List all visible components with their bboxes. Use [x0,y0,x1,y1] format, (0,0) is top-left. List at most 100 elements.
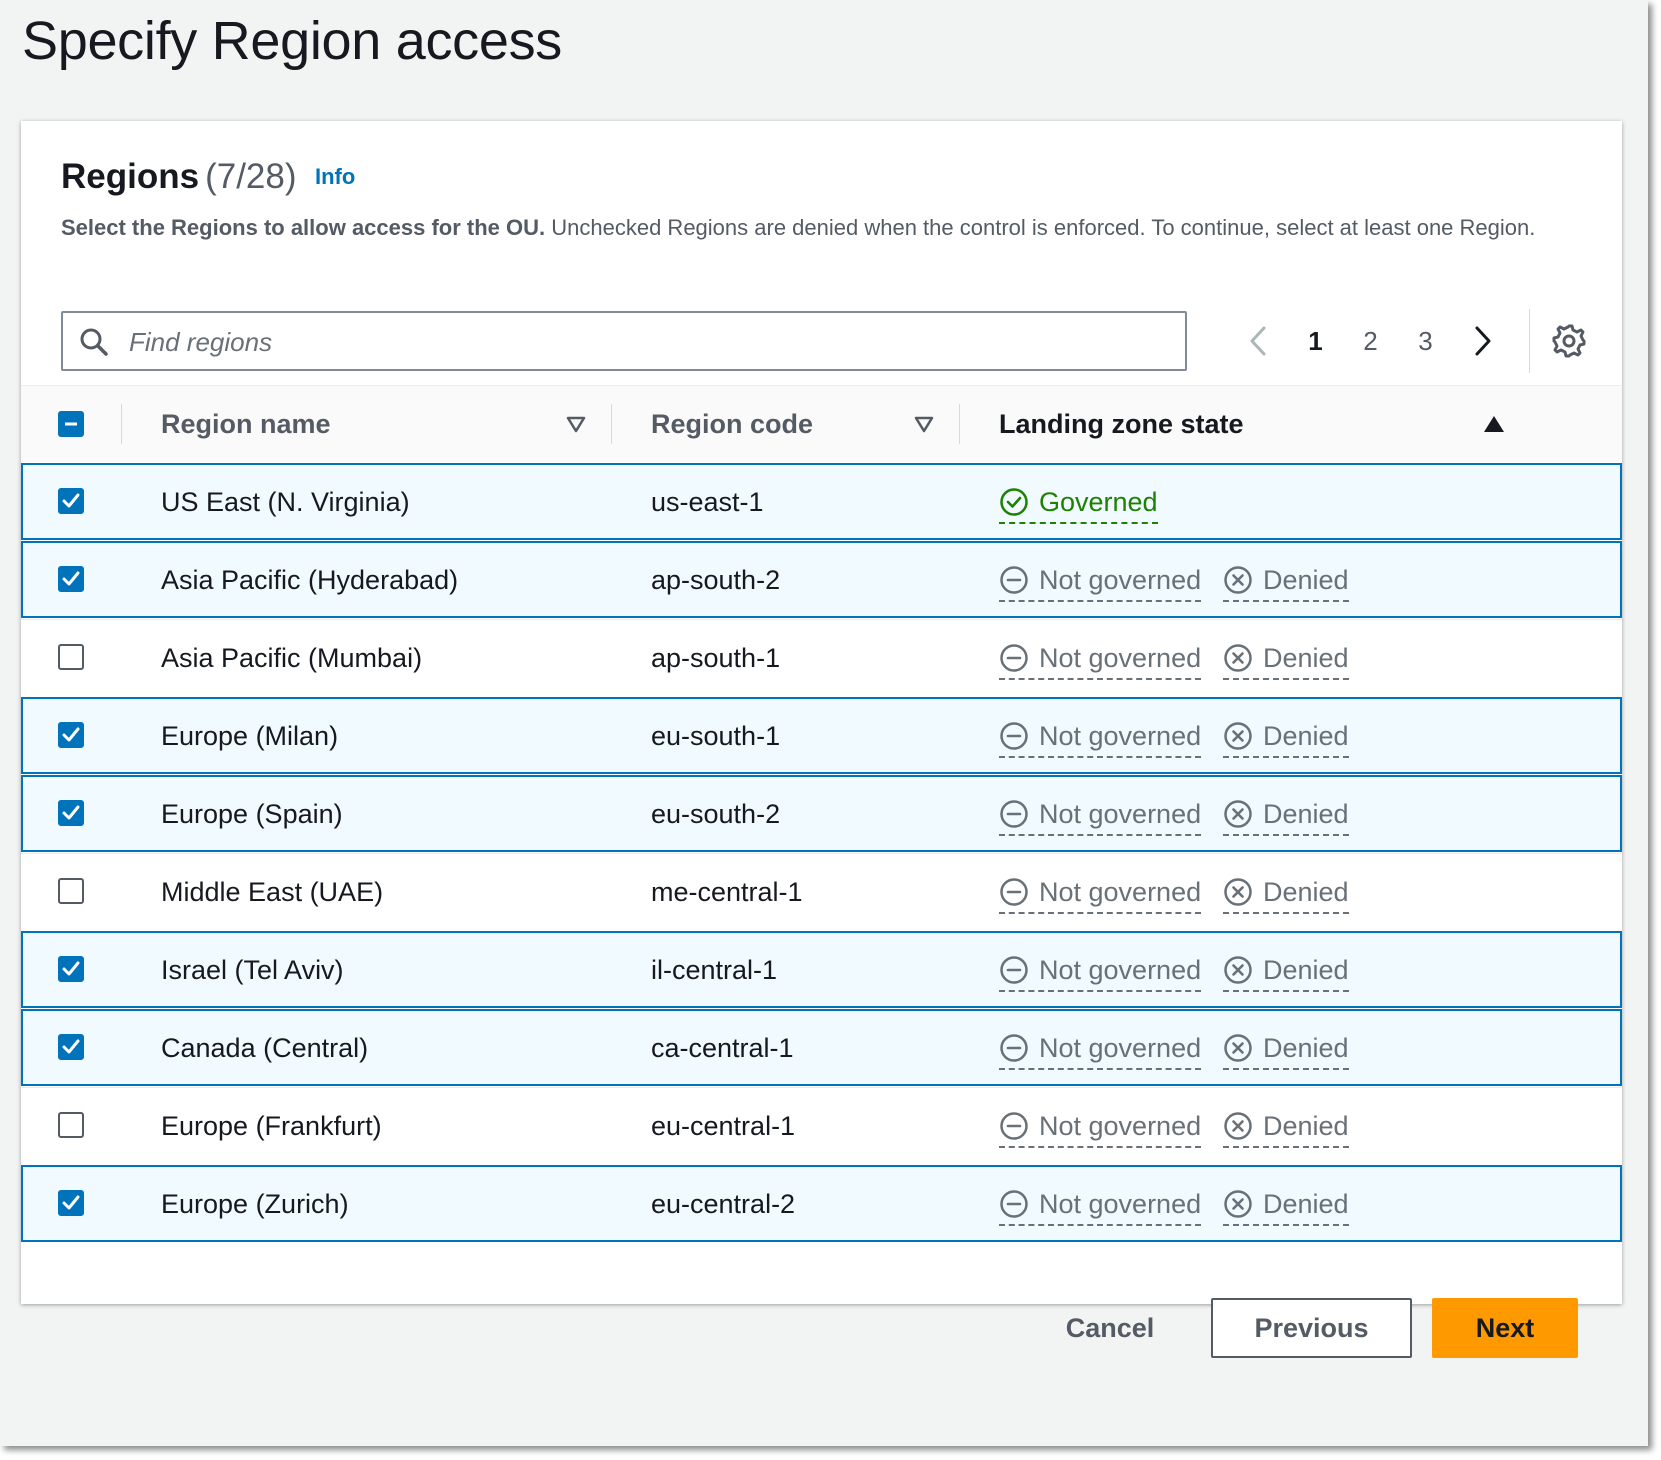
regions-card: Regions (7/28) Info Select the Regions to… [21,121,1622,1304]
cancel-button[interactable]: Cancel [1040,1298,1180,1358]
row-checkbox[interactable] [58,878,84,904]
table-row[interactable]: Israel (Tel Aviv) il-central-1 Not governe… [21,931,1622,1008]
table-row[interactable]: Canada (Central) ca-central-1 Not governed… [21,1009,1622,1086]
status-label: Not governed [1039,954,1202,985]
table-row[interactable]: Asia Pacific (Mumbai) ap-south-1 Not gover… [21,619,1622,696]
check-icon [62,1195,80,1210]
not-governed-status[interactable]: Not governed [999,542,1202,618]
page-2-button[interactable]: 2 [1343,326,1398,357]
table-row[interactable]: Europe (Zurich) eu-central-2 Not governed D… [21,1165,1622,1242]
page-1-button[interactable]: 1 [1288,326,1343,357]
status-label: Not governed [1039,720,1202,751]
table-row[interactable]: Europe (Spain) eu-south-2 Not governed Deni… [21,775,1622,852]
status-label: Not governed [1039,642,1202,673]
table-row[interactable]: Europe (Frankfurt) eu-central-1 Not govern… [21,1087,1622,1164]
denied-status[interactable]: Denied [1223,776,1349,852]
info-link[interactable]: Info [315,164,355,190]
preferences-button[interactable] [1549,321,1589,361]
denied-status[interactable]: Denied [1223,932,1349,1008]
row-checkbox[interactable] [58,800,84,826]
previous-page-button[interactable] [1236,319,1280,363]
not-governed-status[interactable]: Not governed [999,1088,1202,1164]
check-icon [62,1039,80,1054]
access-label: Denied [1263,720,1349,751]
gear-icon [1552,324,1586,358]
not-governed-status[interactable]: Not governed [999,1166,1202,1242]
table-body: US East (N. Virginia) us-east-1 Governed As… [21,463,1622,1242]
status-label: Not governed [1039,1188,1202,1219]
table-row[interactable]: Asia Pacific (Hyderabad) ap-south-2 Not go… [21,541,1622,618]
row-checkbox[interactable] [58,566,84,592]
column-header-landing-zone-state[interactable]: Landing zone state [999,386,1244,462]
denied-status[interactable]: Denied [1223,1010,1349,1086]
search-field[interactable] [61,311,1187,371]
region-code-cell: il-central-1 [651,954,778,985]
region-name-cell: Middle East (UAE) [161,876,384,907]
denied-status[interactable]: Denied [1223,1166,1349,1242]
description-bold: Select the Regions to allow access for t… [61,215,546,240]
access-label: Denied [1263,1188,1349,1219]
minus-circle-icon [1000,1112,1028,1140]
governed-status[interactable]: Governed [999,464,1158,540]
not-governed-status[interactable]: Not governed [999,620,1202,696]
card-description: Select the Regions to allow access for t… [61,211,1581,244]
pager-divider [1529,309,1530,373]
access-label: Denied [1263,1110,1349,1141]
not-governed-status[interactable]: Not governed [999,932,1202,1008]
next-button[interactable]: Next [1432,1298,1578,1358]
table-row[interactable]: Europe (Milan) eu-south-1 Not governed Deni… [21,697,1622,774]
next-page-button[interactable] [1461,319,1505,363]
status-label: Not governed [1039,1032,1202,1063]
row-checkbox[interactable] [58,956,84,982]
region-name-cell: Asia Pacific (Hyderabad) [161,564,459,595]
caret-up-icon[interactable] [1482,412,1506,436]
select-all-checkbox[interactable] [58,411,84,437]
not-governed-status[interactable]: Not governed [999,854,1202,930]
status-label: Not governed [1039,876,1202,907]
check-icon [62,571,80,586]
not-governed-status[interactable]: Not governed [999,1010,1202,1086]
access-label: Denied [1263,954,1349,985]
denied-status[interactable]: Denied [1223,854,1349,930]
x-circle-icon [1224,800,1252,828]
row-checkbox[interactable] [58,644,84,670]
column-header-region-name[interactable]: Region name [161,386,331,462]
not-governed-status[interactable]: Not governed [999,776,1202,852]
row-checkbox[interactable] [58,1112,84,1138]
minus-circle-icon [1000,878,1028,906]
row-checkbox[interactable] [58,1190,84,1216]
minus-circle-icon [1000,1190,1028,1218]
access-label: Denied [1263,1032,1349,1063]
minus-circle-icon [1000,566,1028,594]
page-title: Specify Region access [22,11,562,71]
not-governed-status[interactable]: Not governed [999,698,1202,774]
caret-down-icon[interactable] [912,412,936,436]
column-header-region-code[interactable]: Region code [651,386,813,462]
denied-status[interactable]: Denied [1223,542,1349,618]
denied-status[interactable]: Denied [1223,620,1349,696]
search-input[interactable] [127,313,1171,371]
region-name-cell: Israel (Tel Aviv) [161,954,344,985]
table-header: Region name Region code Landing zone sta… [21,385,1622,462]
region-name-cell: US East (N. Virginia) [161,486,410,517]
page-3-button[interactable]: 3 [1398,326,1453,357]
x-circle-icon [1224,878,1252,906]
previous-button[interactable]: Previous [1211,1298,1412,1358]
row-checkbox[interactable] [58,1034,84,1060]
denied-status[interactable]: Denied [1223,1088,1349,1164]
denied-status[interactable]: Denied [1223,698,1349,774]
check-icon [62,805,80,820]
x-circle-icon [1224,1112,1252,1140]
minus-circle-icon [1000,956,1028,984]
table-row[interactable]: Middle East (UAE) me-central-1 Not governe… [21,853,1622,930]
status-label: Not governed [1039,1110,1202,1141]
table-row[interactable]: US East (N. Virginia) us-east-1 Governed [21,463,1622,540]
region-code-cell: ap-south-2 [651,564,781,595]
row-checkbox[interactable] [58,488,84,514]
access-label: Denied [1263,642,1349,673]
region-code-cell: ap-south-1 [651,642,781,673]
region-name-cell: Canada (Central) [161,1032,369,1063]
region-name-cell: Europe (Frankfurt) [161,1110,382,1141]
caret-down-icon[interactable] [564,412,588,436]
row-checkbox[interactable] [58,722,84,748]
